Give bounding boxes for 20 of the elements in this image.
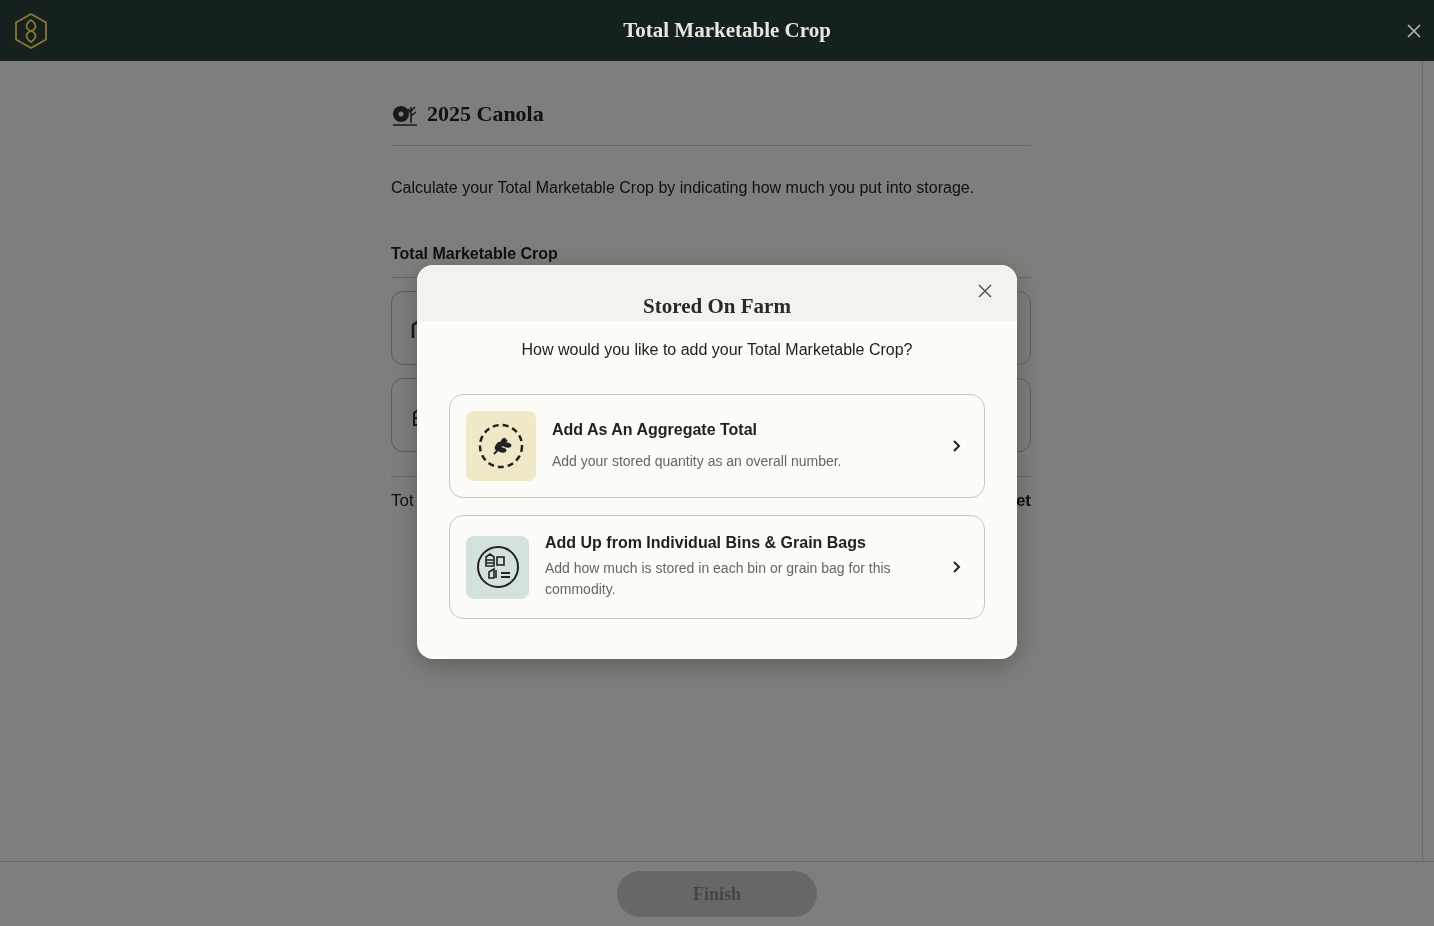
option-card[interactable]: Add Up from Individual Bins & Grain Bags Add how much is stored in each bin or grain bag for this commodity. — [449, 515, 985, 619]
modal-title: Stored On Farm — [643, 293, 791, 319]
window-title: Total Marketable Crop — [623, 18, 831, 43]
close-icon — [1406, 22, 1422, 39]
option-title: Add Up from Individual Bins & Grain Bags — [545, 534, 867, 552]
option-description: Add how much is stored in each bin or grain bag for this commodity. — [545, 559, 892, 599]
modal-question: How would you like to add your Total Marketable Crop? — [520, 341, 914, 359]
crop-title: 2025 Canola — [427, 101, 544, 127]
close-icon — [977, 283, 993, 299]
option-title: Add As An Aggregate Total — [552, 420, 759, 439]
logo-icon — [12, 11, 50, 50]
description-text: Calculate your Total Marketable Crop by indicating how much you put into storage. — [391, 179, 976, 197]
wheat-circle-icon — [477, 422, 525, 470]
total-label: Tot — [391, 491, 414, 511]
option-description: Add your stored quantity as an overall number. — [552, 451, 843, 471]
option-card[interactable]: Add As An Aggregate Total Add your stored quantity as an overall number. — [449, 394, 985, 498]
total-value: et — [1015, 491, 1031, 511]
grain-bins-icon — [474, 544, 521, 590]
chevron-right-icon — [952, 439, 962, 453]
chevron-right-icon — [952, 560, 962, 574]
